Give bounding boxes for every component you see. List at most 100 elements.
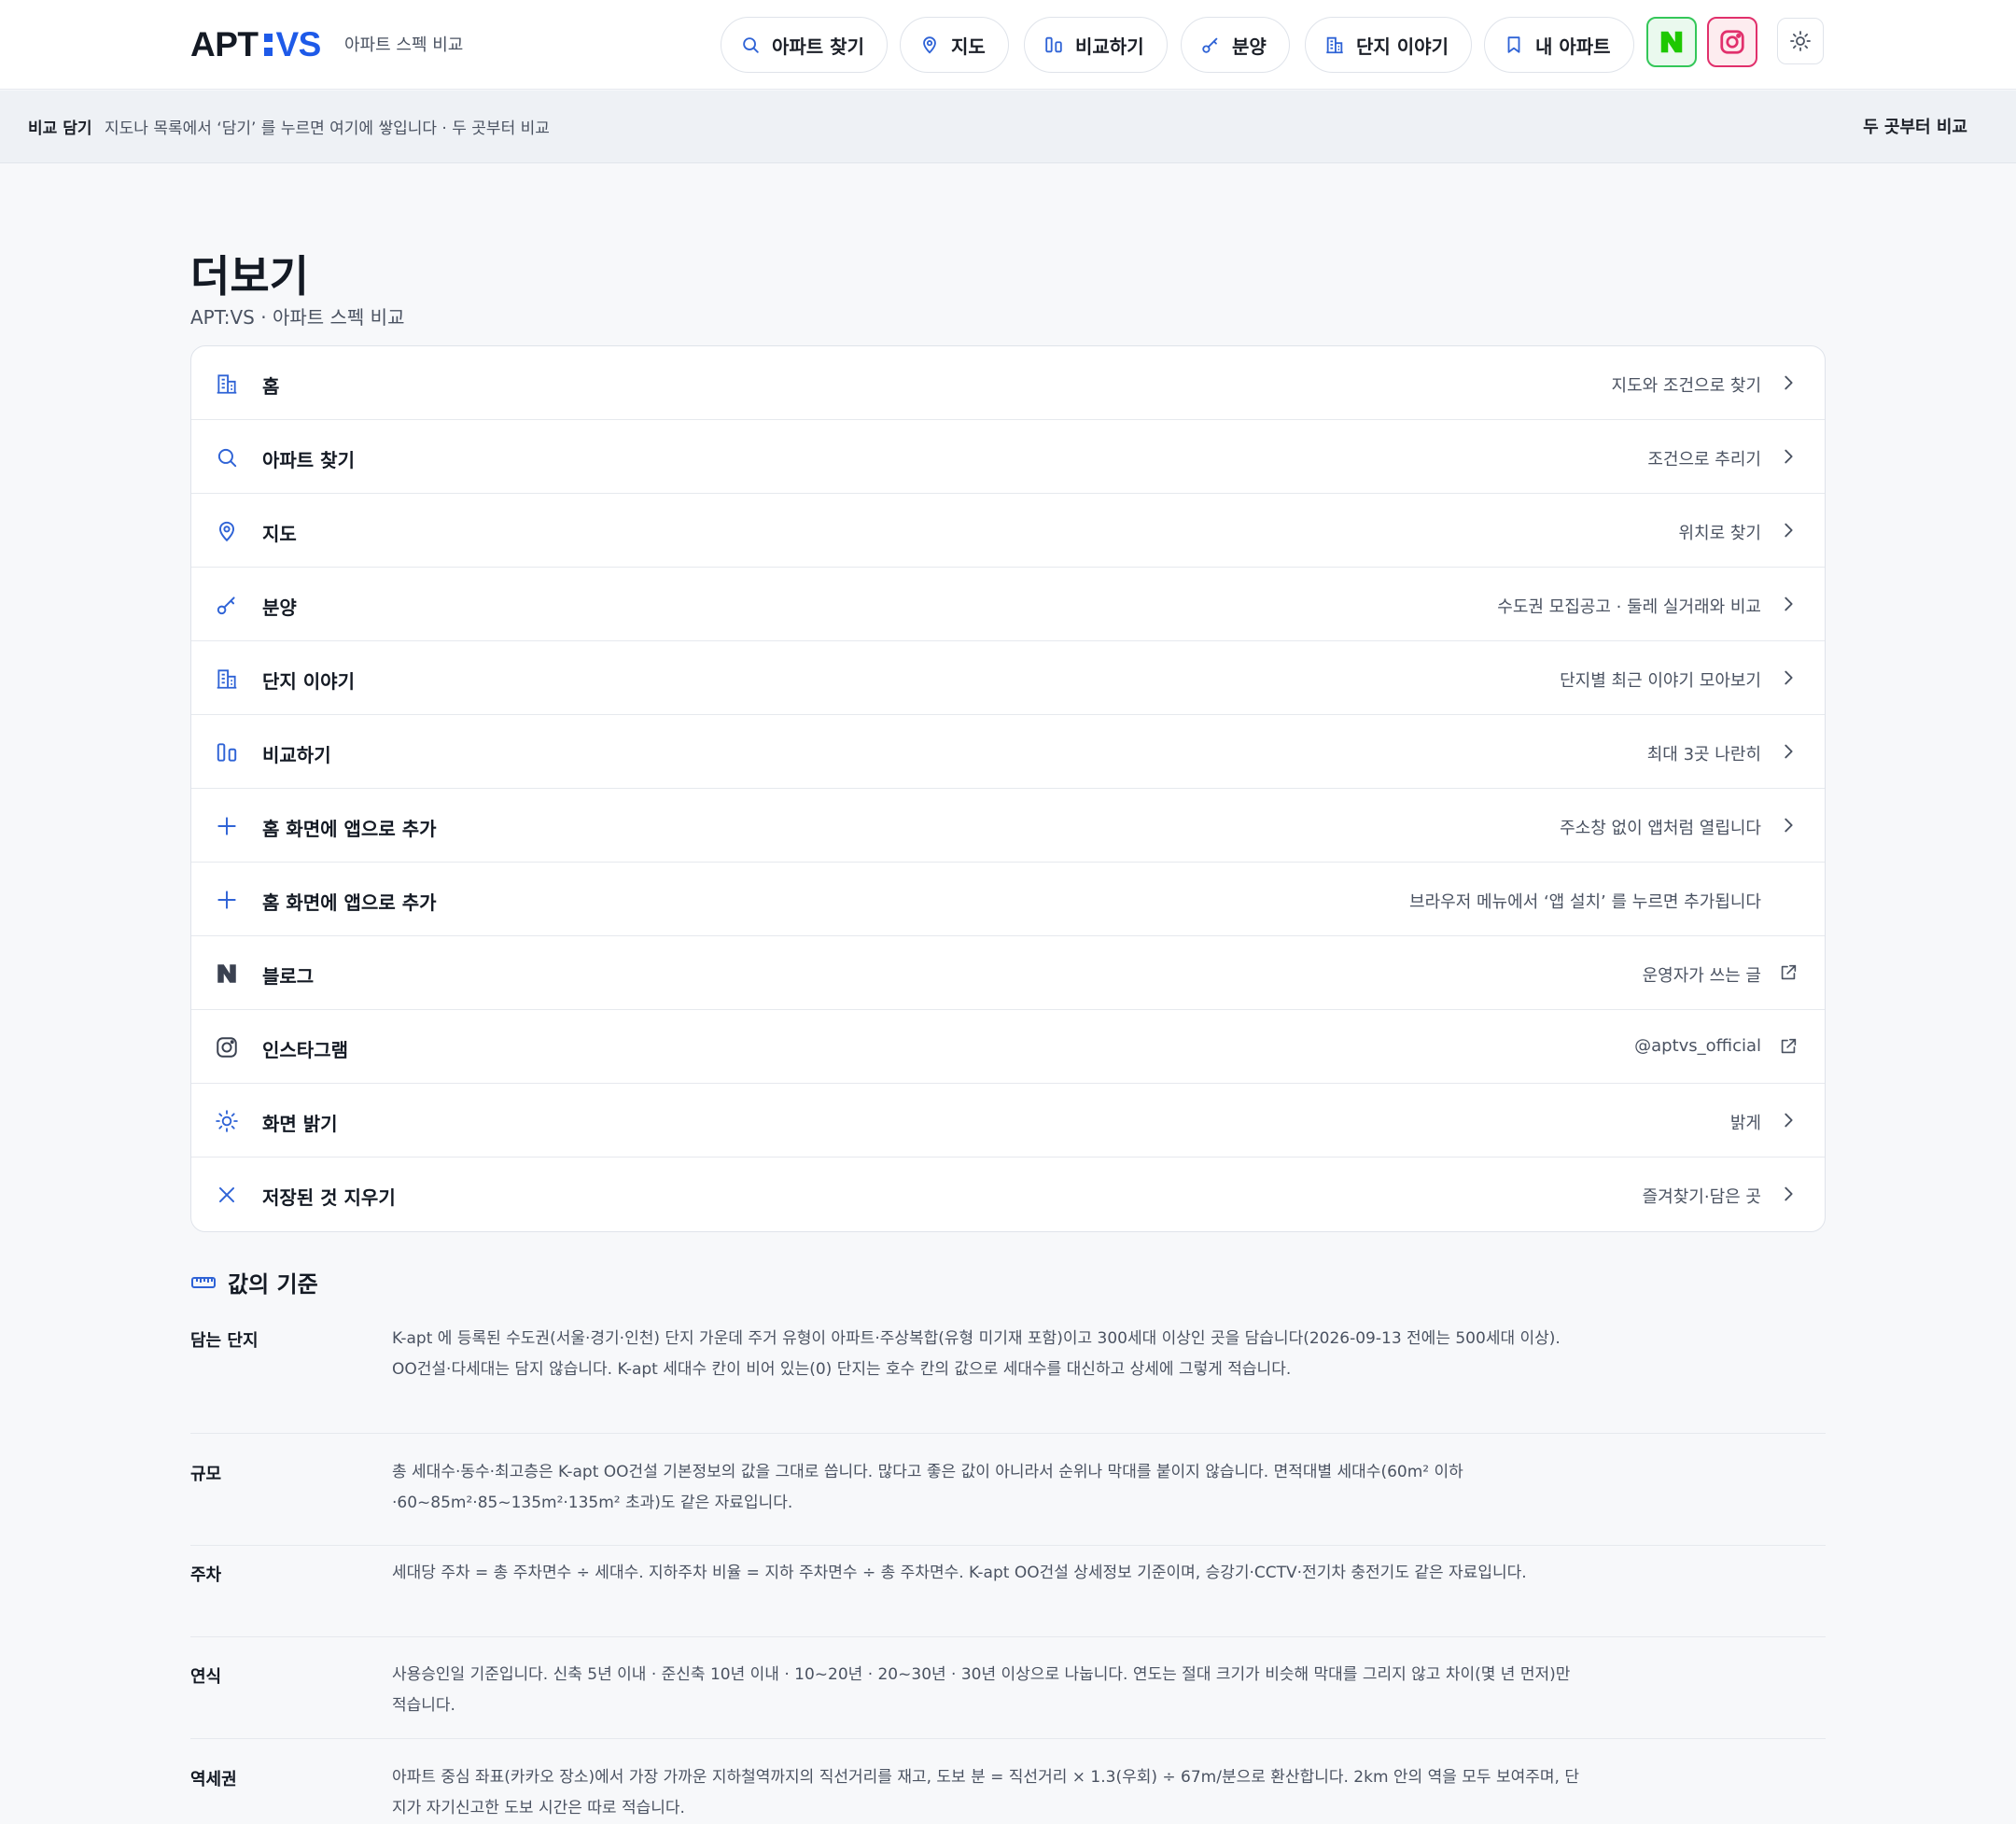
chevron-right-icon: [1778, 741, 1799, 762]
compare-tray-hint: 지도나 목록에서 ‘담기’ 를 누르면 여기에 쌓입니다 · 두 곳부터 비교: [105, 119, 550, 138]
criteria-row: 담는 단지 K-apt 에 등록된 수도권(서울·경기·인천) 단지 가운데 주…: [190, 1324, 1826, 1434]
naver-blog-button[interactable]: [1646, 17, 1697, 67]
menu-item-home[interactable]: 홈 지도와 조건으로 찾기: [191, 346, 1825, 420]
menu-item-label: 홈 화면에 앱으로 추가: [262, 818, 437, 840]
criteria-key: 역세권: [190, 1770, 237, 1789]
menu-item-label: 인스타그램: [262, 1039, 348, 1061]
nav-presale[interactable]: 분양: [1181, 17, 1290, 73]
nav-label: 지도: [951, 35, 986, 58]
instagram-icon: [214, 1034, 240, 1060]
chevron-right-icon: [1778, 446, 1799, 467]
key-icon: [214, 592, 240, 618]
criteria-row: 연식 사용승인일 기준입니다. 신축 5년 이내 · 준신축 10년 이내 · …: [190, 1660, 1826, 1739]
menu-item-add-to-home[interactable]: 홈 화면에 앱으로 추가 주소창 없이 앱처럼 열립니다: [191, 789, 1825, 863]
menu-item-compare[interactable]: 비교하기 최대 3곳 나란히: [191, 715, 1825, 789]
ruler-icon: [191, 1276, 216, 1288]
compare-tray-action[interactable]: 두 곳부터 비교: [1863, 114, 1967, 138]
external-link-icon: [1778, 1036, 1799, 1057]
menu-item-add-to-home-info: 홈 화면에 앱으로 추가 브라우저 메뉴에서 ‘앱 설치’ 를 누르면 추가됩니…: [191, 863, 1825, 936]
sun-icon: [214, 1108, 240, 1134]
logo-apt: APT: [190, 25, 259, 63]
sun-icon: [1790, 31, 1811, 51]
menu-item-label: 단지 이야기: [262, 670, 355, 693]
compare-icon: [1045, 36, 1062, 53]
naver-icon: [1660, 31, 1683, 53]
criteria-key: 담는 단지: [190, 1331, 259, 1351]
nav-map[interactable]: 지도: [900, 17, 1009, 73]
criteria-key: 규모: [190, 1465, 222, 1484]
plus-icon: [214, 813, 240, 839]
chevron-right-icon: [1778, 667, 1799, 688]
page-title: 더보기: [190, 251, 309, 302]
menu-item-label: 홈: [262, 375, 280, 398]
building-icon: [214, 666, 240, 692]
top-header: APT VS 아파트 스펙 비교 아파트 찾기 지도 비교하기 분양 단지 이야…: [0, 0, 2016, 90]
criteria-value: 사용승인일 기준입니다. 신축 5년 이내 · 준신축 10년 이내 · 10~…: [392, 1665, 1571, 1715]
tagline: 아파트 스펙 비교: [344, 35, 464, 55]
chevron-right-icon: [1778, 1184, 1799, 1204]
logo-vs: VS: [275, 25, 322, 63]
nav-my-apartment[interactable]: 내 아파트: [1484, 17, 1634, 73]
map-pin-icon: [923, 36, 936, 54]
menu-item-map[interactable]: 지도 위치로 찾기: [191, 494, 1825, 568]
criteria-value: K-apt 에 등록된 수도권(서울·경기·인천) 단지 가운데 주거 유형이 …: [392, 1329, 1561, 1379]
menu-item-label: 분양: [262, 596, 297, 619]
key-icon: [1202, 37, 1218, 53]
naver-icon: [214, 961, 240, 987]
criteria-value: 총 세대수·동수·최고층은 K-apt OO건설 기본정보의 값을 그대로 씁니…: [392, 1463, 1463, 1512]
nav-label: 비교하기: [1075, 35, 1144, 58]
menu-item-desc: 조건으로 추리기: [1647, 450, 1761, 470]
compare-tray-label: 비교 담기: [28, 119, 92, 138]
nav-label: 분양: [1232, 35, 1267, 58]
nav-label: 내 아파트: [1535, 35, 1611, 58]
menu-item-desc: 즐겨찾기·담은 곳: [1642, 1187, 1761, 1207]
menu-item-label: 저장된 것 지우기: [262, 1186, 396, 1209]
compare-tray: 비교 담기 지도나 목록에서 ‘담기’ 를 누르면 여기에 쌓입니다 · 두 곳…: [0, 91, 2016, 163]
compare-icon: [214, 739, 240, 765]
criteria-section-title: 값의 기준: [190, 1266, 318, 1298]
instagram-icon: [1720, 30, 1744, 54]
external-link-icon: [1778, 962, 1799, 983]
nav-label: 단지 이야기: [1356, 35, 1449, 58]
menu-item-label: 아파트 찾기: [262, 449, 355, 471]
menu-item-desc: 최대 3곳 나란히: [1646, 745, 1761, 765]
menu-item-label: 지도: [262, 523, 297, 545]
nav-find-apartment[interactable]: 아파트 찾기: [721, 17, 888, 73]
chevron-right-icon: [1778, 815, 1799, 835]
more-menu-list: 홈 지도와 조건으로 찾기 아파트 찾기 조건으로 추리기 지도 위치로 찾기 …: [190, 345, 1826, 1232]
chevron-right-icon: [1778, 520, 1799, 540]
menu-item-label: 비교하기: [262, 744, 331, 766]
criteria-title: 값의 기준: [228, 1271, 318, 1298]
menu-item-blog[interactable]: 블로그 운영자가 쓰는 글: [191, 936, 1825, 1010]
criteria-value: 아파트 중심 좌표(카카오 장소)에서 가장 가까운 지하철역까지의 직선거리를…: [392, 1768, 1579, 1817]
menu-item-desc: 지도와 조건으로 찾기: [1611, 376, 1761, 396]
menu-item-complex-stories[interactable]: 단지 이야기 단지별 최근 이야기 모아보기: [191, 641, 1825, 715]
logo[interactable]: APT VS: [190, 25, 322, 63]
map-pin-icon: [214, 518, 240, 544]
chevron-right-icon: [1778, 594, 1799, 614]
theme-toggle-button[interactable]: [1777, 18, 1824, 64]
menu-item-desc: 수도권 모집공고 · 둘레 실거래와 비교: [1497, 597, 1761, 617]
nav-label: 아파트 찾기: [772, 35, 864, 58]
menu-item-find-apartment[interactable]: 아파트 찾기 조건으로 추리기: [191, 420, 1825, 494]
close-icon: [214, 1182, 240, 1208]
menu-item-presale[interactable]: 분양 수도권 모집공고 · 둘레 실거래와 비교: [191, 568, 1825, 641]
nav-compare[interactable]: 비교하기: [1024, 17, 1168, 73]
bookmark-icon: [1507, 36, 1520, 53]
instagram-button[interactable]: [1707, 17, 1757, 67]
plus-icon: [214, 887, 240, 913]
search-icon: [743, 37, 759, 53]
menu-item-clear-saved[interactable]: 저장된 것 지우기 즐겨찾기·담은 곳: [191, 1158, 1825, 1231]
menu-item-instagram[interactable]: 인스타그램 @aptvs_official: [191, 1010, 1825, 1084]
menu-item-desc: 브라우저 메뉴에서 ‘앱 설치’ 를 누르면 추가됩니다: [1409, 892, 1761, 912]
logo-colon: [263, 34, 273, 56]
building-icon: [214, 371, 240, 397]
menu-item-label: 블로그: [262, 965, 315, 988]
criteria-key: 연식: [190, 1667, 222, 1687]
nav-complex-stories[interactable]: 단지 이야기: [1305, 17, 1472, 73]
menu-item-brightness[interactable]: 화면 밝기 밝게: [191, 1084, 1825, 1158]
page-subtitle: APT:VS · 아파트 스펙 비교: [190, 306, 405, 329]
menu-item-desc: 위치로 찾기: [1678, 524, 1761, 543]
menu-item-desc: 주소창 없이 앱처럼 열립니다: [1560, 819, 1761, 838]
criteria-value: 세대당 주차 = 총 주차면수 ÷ 세대수. 지하주차 비율 = 지하 주차면수…: [392, 1564, 1527, 1582]
